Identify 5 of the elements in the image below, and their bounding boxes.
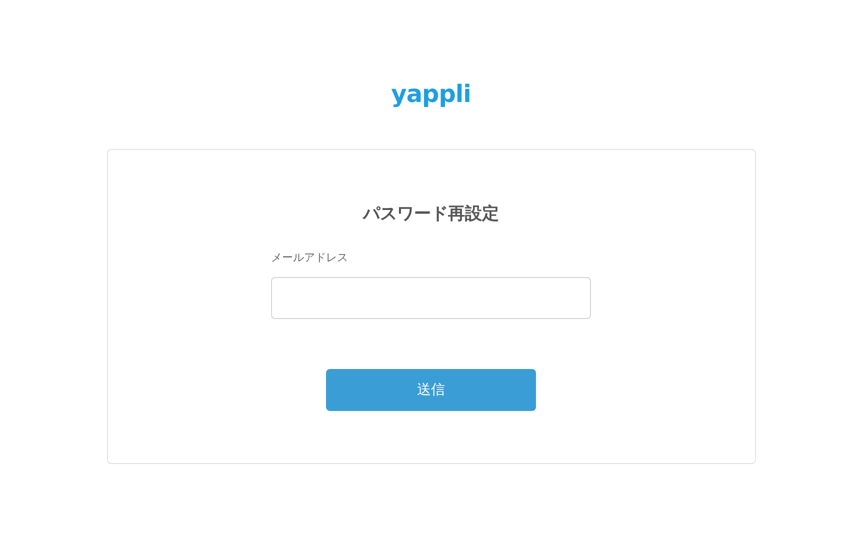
email-field[interactable]: [271, 277, 591, 319]
email-label: メールアドレス: [271, 250, 348, 266]
submit-button[interactable]: 送信: [326, 369, 536, 411]
page-title: パスワード再設定: [363, 203, 499, 226]
logo: yappli: [391, 79, 471, 110]
